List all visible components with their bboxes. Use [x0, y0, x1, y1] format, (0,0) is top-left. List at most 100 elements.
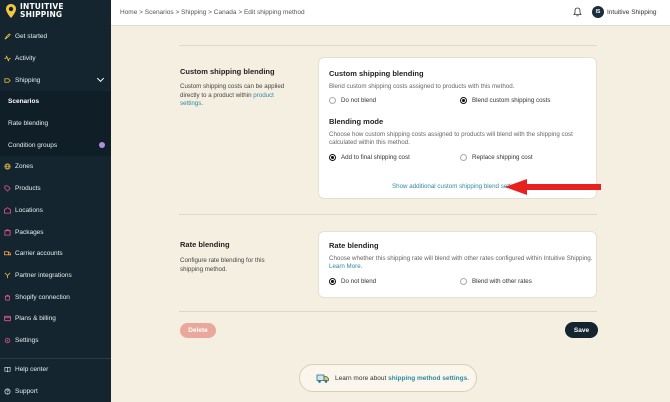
desc-text: Choose whether this shipping rate will b… [329, 255, 593, 262]
card-title: Custom shipping blending [329, 69, 424, 78]
radio-add-to-final[interactable]: Add to final shipping cost [329, 154, 410, 161]
shipping-icon [4, 78, 11, 83]
save-button[interactable]: Save [565, 322, 598, 338]
radio-do-not-blend[interactable]: Do not blend [329, 97, 376, 104]
blending-mode-title: Blending mode [329, 117, 384, 126]
rate-blending-section-desc: Configure rate blending for this shippin… [180, 257, 265, 273]
sidebar-item-settings[interactable]: Settings [0, 330, 111, 352]
radio-label: Do not blend [341, 278, 377, 285]
sidebar-item-zones[interactable]: Zones [0, 156, 111, 178]
sidebar-item-label: Products [15, 185, 41, 193]
section-divider [179, 45, 597, 46]
logo-pin-icon [6, 4, 16, 18]
shipping-method-settings-link[interactable]: shipping method settings [388, 375, 467, 382]
sidebar-item-label: Packages [15, 228, 44, 236]
radio-circle-selected[interactable] [460, 97, 467, 104]
sidebar: INTUITIVE SHIPPING Get started Activity … [0, 0, 111, 402]
sidebar-item-label: Shipping [15, 76, 41, 84]
book-icon [4, 367, 11, 373]
sidebar-item-label: Condition groups [8, 141, 58, 149]
sidebar-item-plans-billing[interactable]: Plans & billing [0, 308, 111, 330]
radio-label: Replace shipping cost [472, 154, 533, 161]
radio-circle-selected[interactable] [329, 154, 336, 161]
sidebar-item-scenarios[interactable]: Scenarios [0, 91, 111, 113]
avatar[interactable]: IS [592, 6, 604, 18]
sidebar-item-label: Help center [15, 366, 49, 374]
sidebar-item-condition-groups[interactable]: Condition groups [0, 134, 111, 157]
card-icon [4, 316, 11, 322]
radio-label: Blend with other rates [472, 278, 532, 285]
truck-icon [316, 374, 329, 383]
globe-icon [4, 163, 11, 170]
red-arrow-annotation [505, 179, 601, 195]
radio-rate-do-not-blend[interactable]: Do not blend [329, 278, 376, 285]
radio-circle-selected[interactable] [329, 278, 336, 285]
sidebar-item-label: Partner integrations [15, 271, 72, 279]
card-title: Rate blending [329, 241, 379, 250]
top-header: Home > Scenarios > Shipping > Canada > E… [111, 0, 670, 26]
radio-blend-custom-costs[interactable]: Blend custom shipping costs [460, 97, 550, 104]
show-additional-settings-link[interactable]: Show additional custom shipping blend se… [392, 183, 522, 190]
sidebar-item-label: Plans & billing [15, 315, 56, 323]
learn-more-suffix: . [467, 374, 470, 382]
sidebar-item-get-started[interactable]: Get started [0, 26, 111, 48]
sidebar-item-packages[interactable]: Packages [0, 221, 111, 243]
radio-circle[interactable] [329, 97, 336, 104]
sidebar-item-label: Zones [15, 163, 34, 171]
sidebar-item-label: Settings [15, 336, 39, 344]
radio-circle[interactable] [460, 154, 467, 161]
radio-replace-shipping-cost[interactable]: Replace shipping cost [460, 154, 533, 161]
learn-more-text: Learn more about shipping method setting… [335, 375, 469, 382]
sidebar-item-shopify-connection[interactable]: Shopify connection [0, 286, 111, 308]
custom-blending-card: Custom shipping blending Blend custom sh… [318, 57, 597, 199]
card-desc: Blend custom shipping costs assigned to … [329, 83, 515, 90]
sidebar-item-label: Rate blending [8, 120, 49, 128]
sidebar-item-label: Activity [15, 55, 36, 63]
sidebar-item-carrier-accounts[interactable]: Carrier accounts [0, 243, 111, 265]
user-name[interactable]: Intuitive Shipping [607, 9, 657, 16]
logo-text: INTUITIVE SHIPPING [20, 3, 64, 19]
sidebar-item-products[interactable]: Products [0, 178, 111, 200]
radio-circle[interactable] [460, 278, 467, 285]
learn-more-prefix: Learn more about [335, 374, 389, 382]
logo[interactable]: INTUITIVE SHIPPING [6, 3, 64, 19]
sidebar-item-rate-blending[interactable]: Rate blending [0, 112, 111, 135]
breadcrumb[interactable]: Home > Scenarios > Shipping > Canada > E… [120, 9, 305, 16]
rocket-icon [4, 33, 11, 40]
logo-line-2: SHIPPING [20, 10, 63, 19]
sidebar-item-shipping[interactable]: Shipping [0, 69, 111, 91]
sidebar-item-activity[interactable]: Activity [0, 48, 111, 70]
sidebar-item-locations[interactable]: Locations [0, 200, 111, 222]
integration-icon [4, 272, 11, 279]
shopify-icon [4, 294, 11, 301]
rate-blending-card: Rate blending Choose whether this shippi… [318, 231, 597, 298]
sidebar-item-help-center[interactable]: Help center [0, 359, 111, 381]
gear-icon [4, 337, 11, 344]
learn-more-banner: Learn more about shipping method setting… [299, 364, 477, 392]
section-divider [179, 214, 597, 215]
package-icon [4, 228, 11, 236]
learn-more-link[interactable]: Learn More. [329, 263, 362, 270]
sidebar-bottom: Help center Support [0, 358, 111, 402]
bell-icon[interactable] [573, 7, 582, 17]
tag-icon [4, 185, 11, 192]
radio-label: Do not blend [341, 97, 377, 104]
sidebar-item-label: Carrier accounts [15, 250, 63, 258]
blending-mode-desc: Choose how custom shipping costs assigne… [329, 131, 573, 147]
radio-label: Blend custom shipping costs [472, 97, 551, 104]
radio-label: Add to final shipping cost [341, 154, 410, 161]
custom-blending-section-title: Custom shipping blending [180, 67, 275, 76]
sidebar-item-label: Get started [15, 33, 48, 41]
truck-icon [4, 251, 11, 256]
chevron-down-icon[interactable] [96, 75, 105, 83]
section-divider [179, 311, 597, 312]
sidebar-item-partner-integrations[interactable]: Partner integrations [0, 265, 111, 287]
notification-badge [99, 142, 105, 149]
sidebar-nav: Get started Activity Shipping Scenarios … [0, 26, 111, 351]
support-icon [4, 388, 11, 395]
sidebar-item-label: Scenarios [8, 98, 40, 106]
radio-blend-with-other-rates[interactable]: Blend with other rates [460, 278, 532, 285]
delete-button[interactable]: Delete [180, 323, 216, 338]
sidebar-item-label: Locations [15, 206, 43, 214]
sidebar-item-support[interactable]: Support [0, 381, 111, 402]
